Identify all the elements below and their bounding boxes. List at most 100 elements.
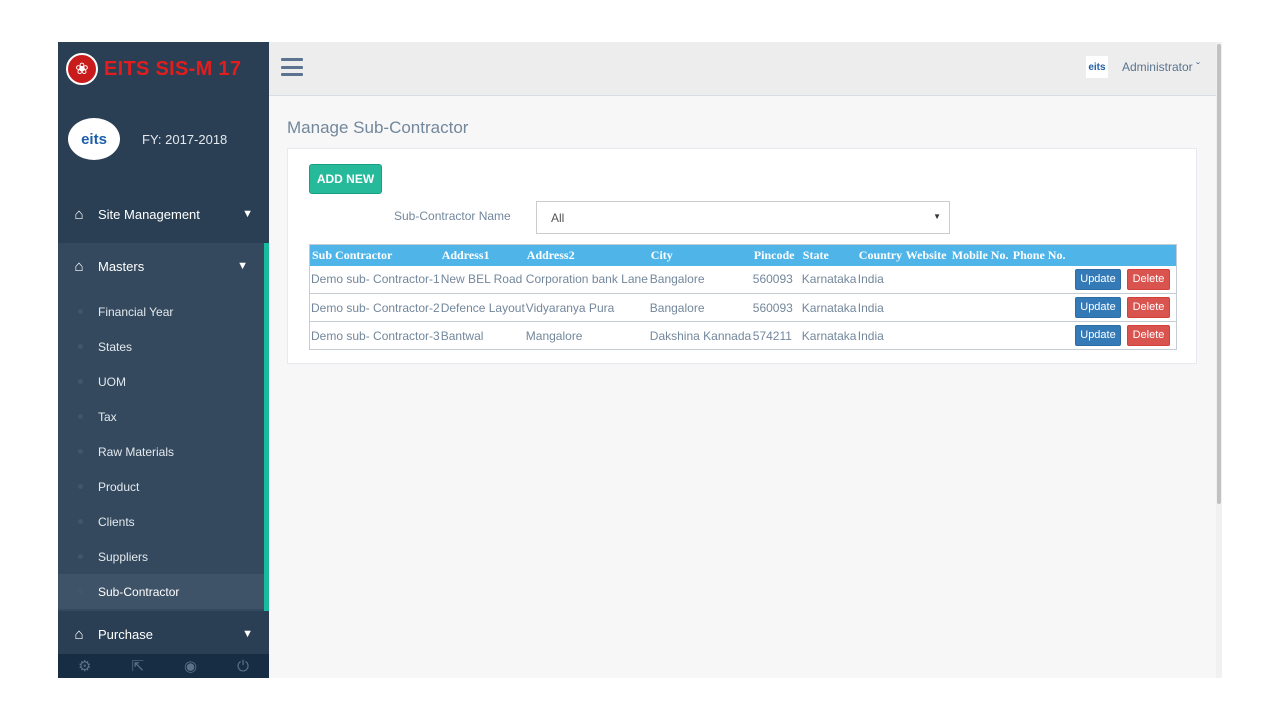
table-cell: Bangalore: [648, 293, 752, 322]
row-actions: Update Delete: [1070, 265, 1177, 294]
table-cell: 574211: [751, 321, 801, 350]
table-cell: [903, 265, 950, 294]
menu-label: Masters: [98, 258, 145, 274]
sidebar-item-label: UOM: [98, 374, 126, 389]
column-header[interactable]: State: [800, 244, 857, 266]
fiscal-year-label: FY: 2017-2018: [142, 131, 228, 147]
column-header[interactable]: Mobile No.: [949, 244, 1011, 266]
column-header[interactable]: Address1: [439, 244, 525, 266]
column-header[interactable]: Address2: [524, 244, 649, 266]
table-cell: India: [856, 265, 904, 294]
sidebar-footer: ⚙ ⇱ ◉ ⏻: [58, 654, 269, 678]
settings-icon[interactable]: ⚙: [78, 657, 91, 675]
hamburger-bar: [281, 65, 303, 69]
menu-purchase[interactable]: ⌂ Purchase ▼: [58, 612, 269, 656]
sidebar-item-label: Product: [98, 479, 140, 494]
sidebar-item-label: Raw Materials: [98, 444, 175, 459]
bullet-icon: [78, 344, 83, 349]
power-icon[interactable]: ⏻: [237, 658, 249, 675]
bullet-icon: [78, 414, 83, 419]
content-panel: ADD NEW Sub-Contractor Name All ▼ Sub Co…: [287, 148, 1197, 364]
update-button[interactable]: Update: [1075, 297, 1121, 318]
sidebar-item-clients[interactable]: Clients: [58, 504, 264, 539]
select-value: All: [551, 210, 565, 225]
update-button[interactable]: Update: [1075, 268, 1121, 290]
column-header[interactable]: Phone No.: [1010, 244, 1071, 266]
column-header[interactable]: Country: [856, 244, 904, 266]
table-cell: [1010, 265, 1071, 294]
table-cell: India: [856, 293, 904, 322]
bullet-icon: [78, 309, 83, 314]
update-button[interactable]: Update: [1075, 325, 1121, 346]
table-row: Demo sub- Contractor-2 Defence Layout Vi…: [309, 293, 1177, 322]
scrollbar-thumb[interactable]: [1217, 44, 1221, 504]
bullet-icon: [78, 449, 83, 454]
table-cell: [1010, 293, 1071, 322]
fullscreen-icon[interactable]: ⇱: [131, 657, 144, 675]
sidebar-item-sub-contractor[interactable]: Sub-Contractor: [58, 574, 264, 609]
column-header[interactable]: Website: [903, 244, 950, 266]
table-cell: Mangalore: [524, 321, 649, 350]
sidebar-item-label: Financial Year: [98, 304, 174, 319]
chevron-down-icon: ˇ: [1196, 60, 1200, 74]
table-cell: [903, 293, 950, 322]
table-cell: [949, 321, 1011, 350]
chevron-down-icon: ▼: [242, 208, 253, 220]
column-header[interactable]: Pincode: [751, 244, 801, 266]
brand[interactable]: ❀ EITS SIS-M 17: [58, 42, 269, 96]
column-header[interactable]: Sub Contractor: [309, 244, 440, 266]
scrollbar[interactable]: [1216, 42, 1222, 678]
user-menu[interactable]: eits Administrator ˇ: [1085, 56, 1200, 78]
menu-label: Site Management: [98, 206, 200, 222]
delete-button[interactable]: Delete: [1127, 297, 1170, 318]
table-cell: New BEL Road: [439, 265, 525, 294]
table-cell: Karnataka: [800, 321, 857, 350]
bullet-icon: [78, 379, 83, 384]
chevron-down-icon: ▼: [237, 260, 248, 272]
filter-label: Sub-Contractor Name: [394, 209, 511, 223]
home-icon: ⌂: [74, 205, 84, 223]
add-new-button[interactable]: ADD NEW: [309, 164, 382, 194]
paw-icon: ❀: [75, 61, 89, 78]
sidebar-item-states[interactable]: States: [58, 329, 264, 364]
bullet-icon: [78, 519, 83, 524]
sidebar-item-label: Tax: [98, 409, 117, 424]
table-row: Demo sub- Contractor-1 New BEL Road Corp…: [309, 265, 1177, 294]
sidebar-item-product[interactable]: Product: [58, 469, 264, 504]
masters-submenu: Financial Year States UOM Tax Raw Materi…: [58, 289, 269, 611]
sub-contractor-select[interactable]: All ▼: [536, 201, 950, 234]
column-header[interactable]: City: [648, 244, 752, 266]
column-header-actions: [1070, 244, 1177, 266]
eye-off-icon[interactable]: ◉: [184, 657, 197, 675]
menu-masters[interactable]: ⌂ Masters ▼: [58, 243, 269, 289]
table-cell: [949, 265, 1011, 294]
caret-down-icon: ▼: [933, 212, 941, 221]
home-icon: ⌂: [74, 625, 84, 643]
table-cell: Demo sub- Contractor-2: [309, 293, 440, 322]
menu-site-management[interactable]: ⌂ Site Management ▼: [58, 192, 269, 236]
table-cell: Dakshina Kannada: [648, 321, 752, 350]
table-cell: Karnataka: [800, 265, 857, 294]
table-cell: 560093: [751, 293, 801, 322]
brand-title: EITS SIS-M 17: [104, 57, 242, 80]
sidebar-item-label: Suppliers: [98, 549, 149, 564]
page-title: Manage Sub-Contractor: [287, 118, 469, 137]
sidebar-item-financial-year[interactable]: Financial Year: [58, 294, 264, 329]
chevron-down-icon: ▼: [242, 628, 253, 640]
avatar: eits: [1085, 56, 1108, 78]
table-cell: Demo sub- Contractor-3: [309, 321, 440, 350]
sidebar-item-tax[interactable]: Tax: [58, 399, 264, 434]
sidebar-item-uom[interactable]: UOM: [58, 364, 264, 399]
delete-button[interactable]: Delete: [1127, 325, 1170, 346]
table-cell: India: [856, 321, 904, 350]
user-name-text: Administrator: [1121, 60, 1193, 74]
table-cell: Karnataka: [800, 293, 857, 322]
table-cell: [949, 293, 1011, 322]
top-navbar: eits Administrator ˇ: [269, 42, 1222, 96]
table-cell: Corporation bank Lane: [524, 265, 649, 294]
hamburger-bar: [281, 73, 303, 76]
delete-button[interactable]: Delete: [1127, 268, 1170, 290]
sidebar-item-suppliers[interactable]: Suppliers: [58, 539, 264, 574]
sidebar-item-raw-materials[interactable]: Raw Materials: [58, 434, 264, 469]
menu-toggle-icon[interactable]: [281, 56, 303, 78]
